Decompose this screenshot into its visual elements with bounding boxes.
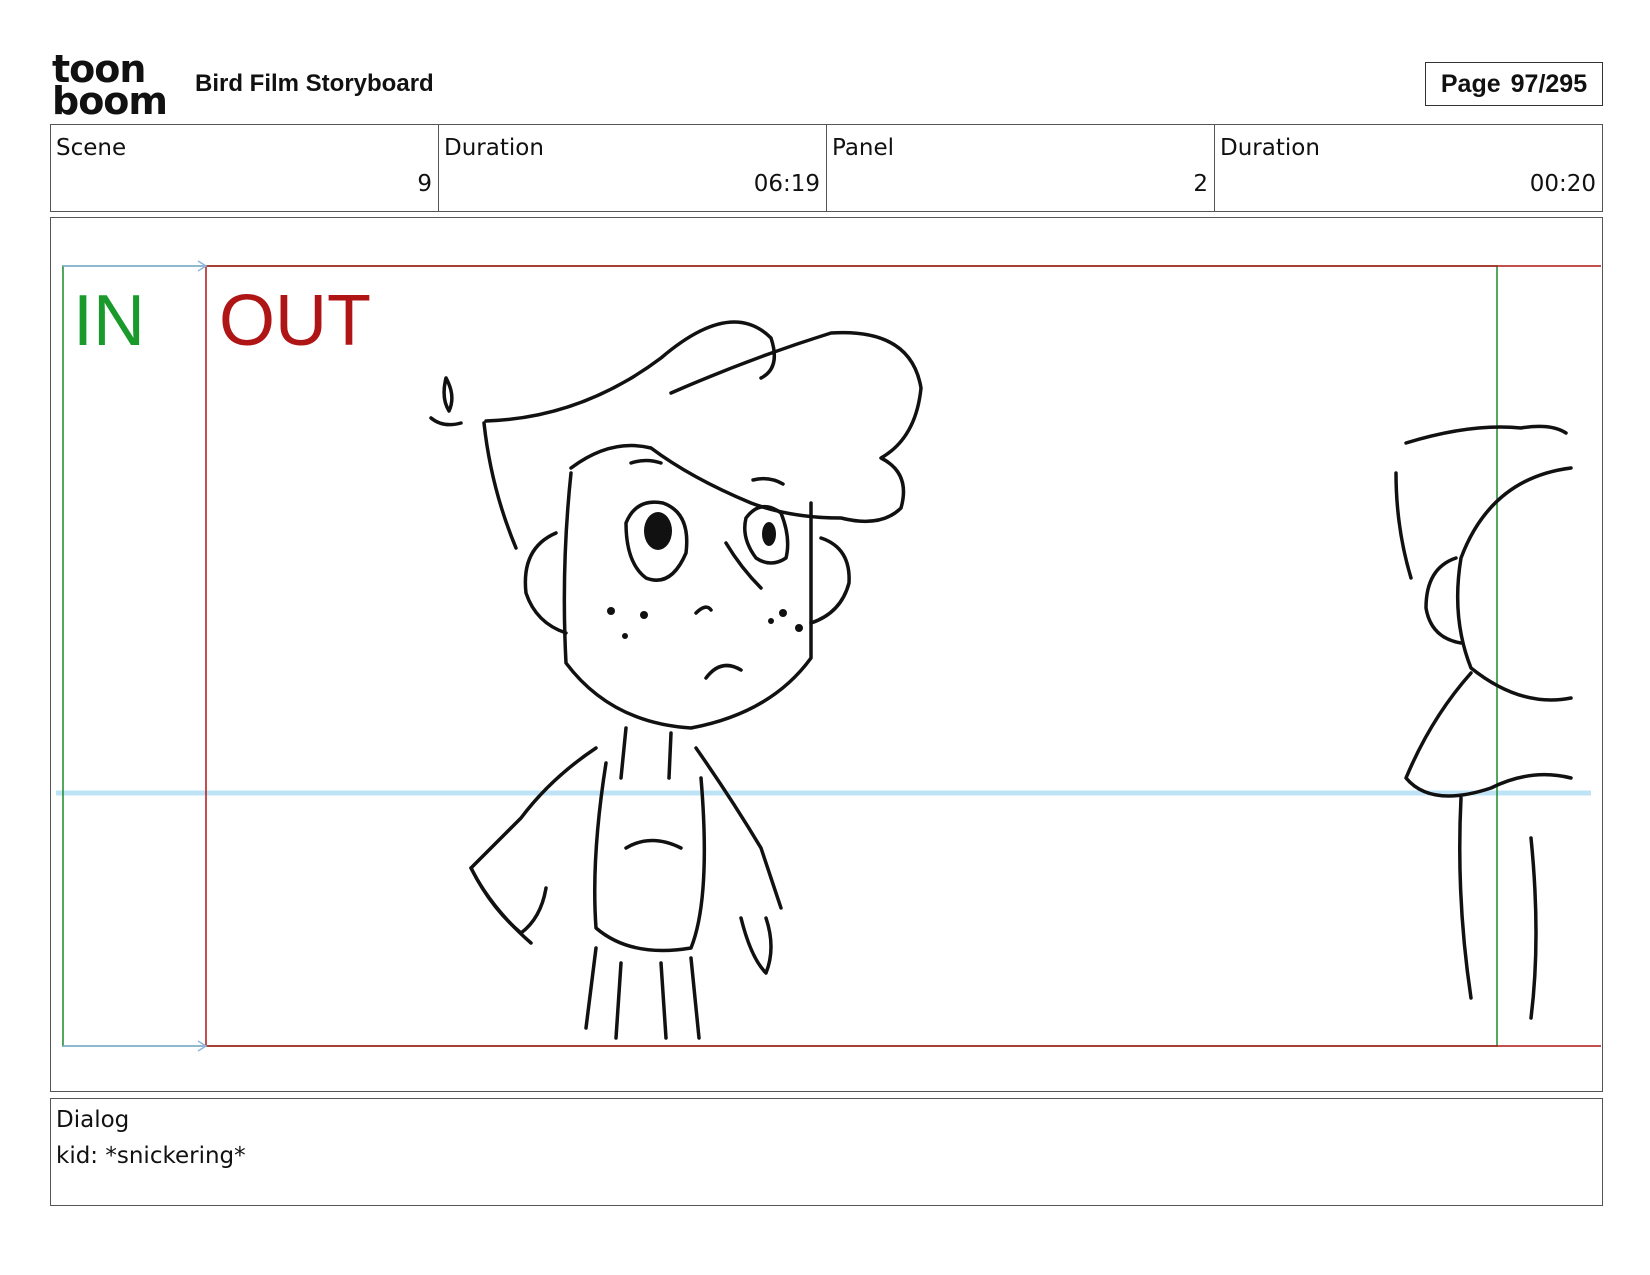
second-character-hair-side: [1394, 471, 1413, 580]
panel-duration-label: Duration: [1220, 135, 1320, 161]
sweat-mark: [429, 416, 463, 427]
right-pupil: [762, 522, 776, 546]
logo-line-2: boom: [52, 79, 168, 123]
freckle: [622, 633, 628, 639]
freckle: [607, 607, 615, 615]
face-details: [607, 512, 803, 639]
second-character-head: [1455, 466, 1573, 702]
panel-label: Panel: [832, 135, 895, 161]
right-hand: [739, 916, 773, 975]
freckle: [795, 624, 803, 632]
second-character-sketch: [1394, 424, 1573, 1020]
in-label: IN: [73, 281, 145, 361]
page-indicator: Page 97/295: [1425, 62, 1603, 106]
scene-label: Scene: [56, 135, 127, 161]
page-value: 97/295: [1510, 69, 1588, 98]
panel-image-frame: IN OUT: [50, 217, 1603, 1092]
panel-duration-value: 00:20: [1529, 171, 1596, 197]
info-cell-scene-duration: Duration 06:19: [439, 125, 827, 211]
left-ear: [523, 531, 568, 635]
panel-info-table: Scene 9 Duration 06:19 Panel 2 Duration …: [50, 124, 1603, 212]
in-frame: [62, 265, 1498, 1047]
sweat-drop: [442, 376, 454, 413]
out-label: OUT: [219, 281, 371, 361]
nose-line: [724, 541, 763, 590]
right-sleeve: [694, 746, 783, 910]
hair-side: [482, 421, 518, 550]
document-title: Bird Film Storyboard: [195, 70, 434, 97]
second-character-arm: [1404, 671, 1573, 798]
legs: [584, 946, 701, 1040]
left-eyebrow: [629, 458, 663, 465]
left-sleeve: [469, 746, 598, 945]
mouth: [704, 663, 743, 680]
second-character-body: [1458, 796, 1538, 1020]
hair-front: [484, 320, 777, 423]
page-label: Page: [1440, 69, 1501, 98]
hair-back: [569, 330, 923, 524]
neck: [619, 726, 673, 780]
out-frame: [205, 265, 1601, 1047]
info-cell-scene: Scene 9: [51, 125, 439, 211]
right-eyebrow: [751, 476, 785, 486]
storyboard-drawing: IN OUT: [56, 260, 1601, 1052]
info-cell-panel-duration: Duration 00:20: [1215, 125, 1602, 211]
scene-value: 9: [417, 171, 432, 197]
dialog-text: kid: *snickering*: [56, 1143, 246, 1169]
freckle: [768, 618, 774, 624]
panel-value: 2: [1193, 171, 1208, 197]
second-character-hair: [1404, 424, 1568, 445]
scene-duration-label: Duration: [444, 135, 544, 161]
dialog-box: Dialog kid: *snickering*: [50, 1098, 1603, 1206]
second-character-ear: [1424, 556, 1463, 645]
freckle: [779, 609, 787, 617]
dialog-label: Dialog: [56, 1107, 130, 1133]
scene-duration-value: 06:19: [753, 171, 820, 197]
shirt-fold: [624, 838, 683, 850]
kid-character-sketch: [429, 320, 923, 1040]
cheek-mark: [694, 605, 713, 615]
left-pupil: [644, 512, 672, 550]
right-ear: [809, 536, 851, 625]
info-cell-panel: Panel 2: [827, 125, 1215, 211]
freckle: [640, 611, 648, 619]
left-hand: [469, 866, 548, 935]
toonboom-logo: toon boom: [52, 50, 172, 123]
